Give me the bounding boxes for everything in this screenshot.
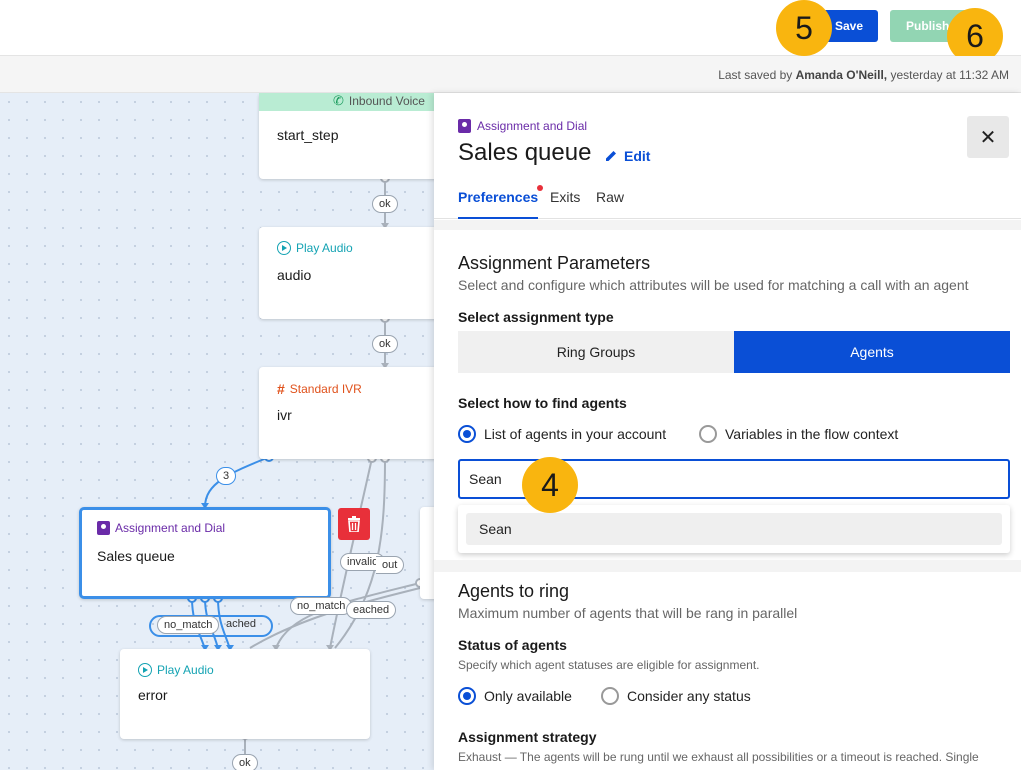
section-divider [434,560,1021,572]
edge-label-ok: ok [372,195,398,213]
node-title: error [138,687,168,703]
radio-only-available[interactable]: Only available [458,687,572,705]
section-divider [434,220,1021,230]
edge-label-3: 3 [216,467,237,485]
edge-label-reached: ached [226,618,256,630]
panel-node-type: Assignment and Dial [458,119,587,133]
flow-node-hidden[interactable] [420,507,434,599]
tab-exits[interactable]: Exits [550,189,580,219]
saved-status-bar: Last saved by Amanda O'Neill, yesterday … [0,56,1021,93]
assignment-icon [97,521,110,535]
assignment-type-label: Select assignment type [458,309,614,325]
node-type-play-audio: Play Audio [277,241,353,255]
node-type-assignment: Assignment and Dial [97,521,225,535]
flow-node-audio[interactable]: Play Audio audio [259,227,434,319]
node-title: Sales queue [97,548,175,564]
close-icon: ✕ [979,126,997,149]
top-toolbar: Save Publish 5 6 [0,0,1021,64]
step-marker-4: 4 [522,457,578,513]
flow-node-ivr[interactable]: # Standard IVR ivr [259,367,434,459]
assignment-heading: Assignment Parameters [458,253,651,273]
tab-preferences[interactable]: Preferences [458,189,539,219]
assignment-subtitle: Select and configure which attributes wi… [458,277,969,293]
edge-label-ok: ok [372,335,398,353]
assignment-strategy-subtitle: Exhaust — The agents will be rung until … [458,750,979,764]
tab-raw[interactable]: Raw [596,189,624,219]
flow-canvas[interactable]: ✆ Inbound Voice start_step ok Play Audio… [0,93,434,770]
close-panel-button[interactable]: ✕ [967,116,1009,158]
panel-title: Sales queue [458,139,592,166]
step-marker-5: 5 [776,0,832,56]
status-of-agents-label: Status of agents [458,637,567,653]
assignment-icon [458,119,471,133]
edit-title-button[interactable]: Edit [604,148,650,164]
assignment-type-toggle: Ring Groups Agents [458,331,1010,373]
agents-to-ring-heading: Agents to ring [458,581,570,601]
radio-flow-variables[interactable]: Variables in the flow context [699,425,898,443]
radio-list-of-agents[interactable]: List of agents in your account [458,425,666,443]
flow-node-error[interactable]: Play Audio error [120,649,370,739]
radio-unselected-icon [601,687,619,705]
agent-suggestions-dropdown: Sean [458,505,1010,553]
radio-unselected-icon [699,425,717,443]
unsaved-indicator [537,185,543,191]
assignment-strategy-label: Assignment strategy [458,729,597,745]
flow-node-start-step[interactable]: ✆ Inbound Voice start_step [259,93,434,179]
radio-selected-icon [458,425,476,443]
node-title: audio [277,267,312,283]
panel-tabs: Preferences Exits Raw [434,185,1021,219]
node-type-play-audio: Play Audio [138,663,214,677]
edge-label-no-match: no_match [290,597,353,615]
play-icon [138,663,152,677]
flow-node-sales-queue[interactable]: Assignment and Dial Sales queue [79,507,331,599]
option-agents[interactable]: Agents [734,331,1010,373]
edge-label-no-match: no_match [157,616,220,634]
radio-any-status[interactable]: Consider any status [601,687,751,705]
node-type-inbound: ✆ Inbound Voice [333,93,425,108]
play-icon [277,241,291,255]
trash-icon [348,516,360,532]
edge-label-ok: ok [232,754,258,770]
find-agents-label: Select how to find agents [458,395,627,411]
agents-to-ring-subtitle: Maximum number of agents that will be ra… [458,605,798,621]
suggestion-item[interactable]: Sean [466,513,1002,545]
option-ring-groups[interactable]: Ring Groups [458,331,734,373]
last-saved-text: Last saved by Amanda O'Neill, yesterday … [718,68,1009,82]
radio-selected-icon [458,687,476,705]
delete-node-button[interactable] [338,508,370,540]
pencil-icon [606,151,616,161]
node-title: ivr [277,407,292,423]
phone-icon: ✆ [333,93,344,108]
edge-label-reached: eached [346,601,397,619]
node-title: start_step [277,127,339,143]
status-of-agents-subtitle: Specify which agent statuses are eligibl… [458,658,760,672]
hash-icon: # [277,381,285,397]
node-settings-panel: Assignment and Dial Sales queue Edit ✕ P… [434,93,1021,770]
edge-label-timeout: out [376,556,405,574]
node-type-ivr: # Standard IVR [277,381,362,397]
